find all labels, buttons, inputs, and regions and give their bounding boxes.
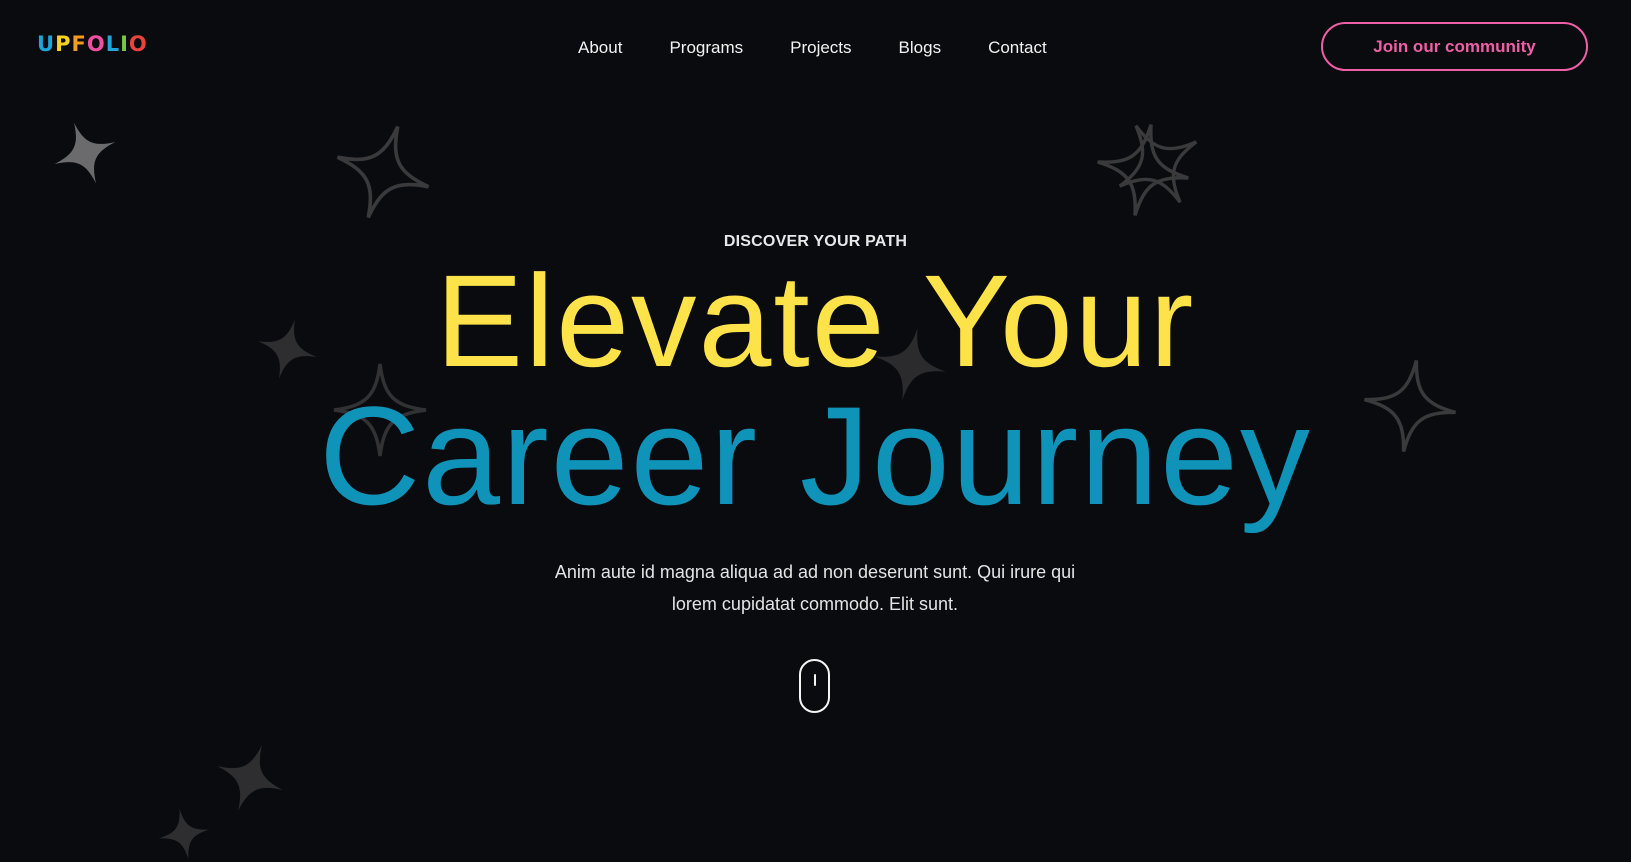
nav-link-blogs[interactable]: Blogs <box>899 36 942 60</box>
hero-title-line-1: Elevate Your <box>435 247 1196 394</box>
logo[interactable]: U P F O L I O <box>37 31 148 57</box>
mouse-wheel <box>814 674 816 686</box>
join-community-button[interactable]: Join our community <box>1321 22 1588 71</box>
sparkle-outline-icon <box>336 125 430 219</box>
landing-page: U P F O L I O About Programs Projects Bl… <box>0 0 1631 862</box>
sparkle-icon <box>158 808 210 860</box>
logo-letter: O <box>86 32 106 56</box>
logo-letter: I <box>120 32 129 56</box>
nav-link-about[interactable]: About <box>578 36 622 60</box>
sparkle-icon <box>217 745 283 811</box>
logo-letter: O <box>128 32 148 56</box>
hero-subtitle: Anim aute id magna aliqua ad ad non dese… <box>554 562 1076 614</box>
logo-letter: F <box>71 32 87 56</box>
logo-letter: U <box>37 32 56 56</box>
nav-link-projects[interactable]: Projects <box>790 36 851 60</box>
mouse-scroll-icon[interactable] <box>799 659 830 713</box>
nav-link-programs[interactable]: Programs <box>669 36 743 60</box>
logo-letter: L <box>105 32 121 56</box>
logo-letter: P <box>55 32 72 56</box>
nav-link-contact[interactable]: Contact <box>988 36 1047 60</box>
main-nav: About Programs Projects Blogs Contact <box>578 36 1047 60</box>
sparkle-icon <box>54 122 116 184</box>
hero-title-line-2: Career Journey <box>319 377 1312 534</box>
sparkle-outline-icon <box>1118 124 1198 204</box>
sparkle-outline-icon <box>1097 124 1189 216</box>
